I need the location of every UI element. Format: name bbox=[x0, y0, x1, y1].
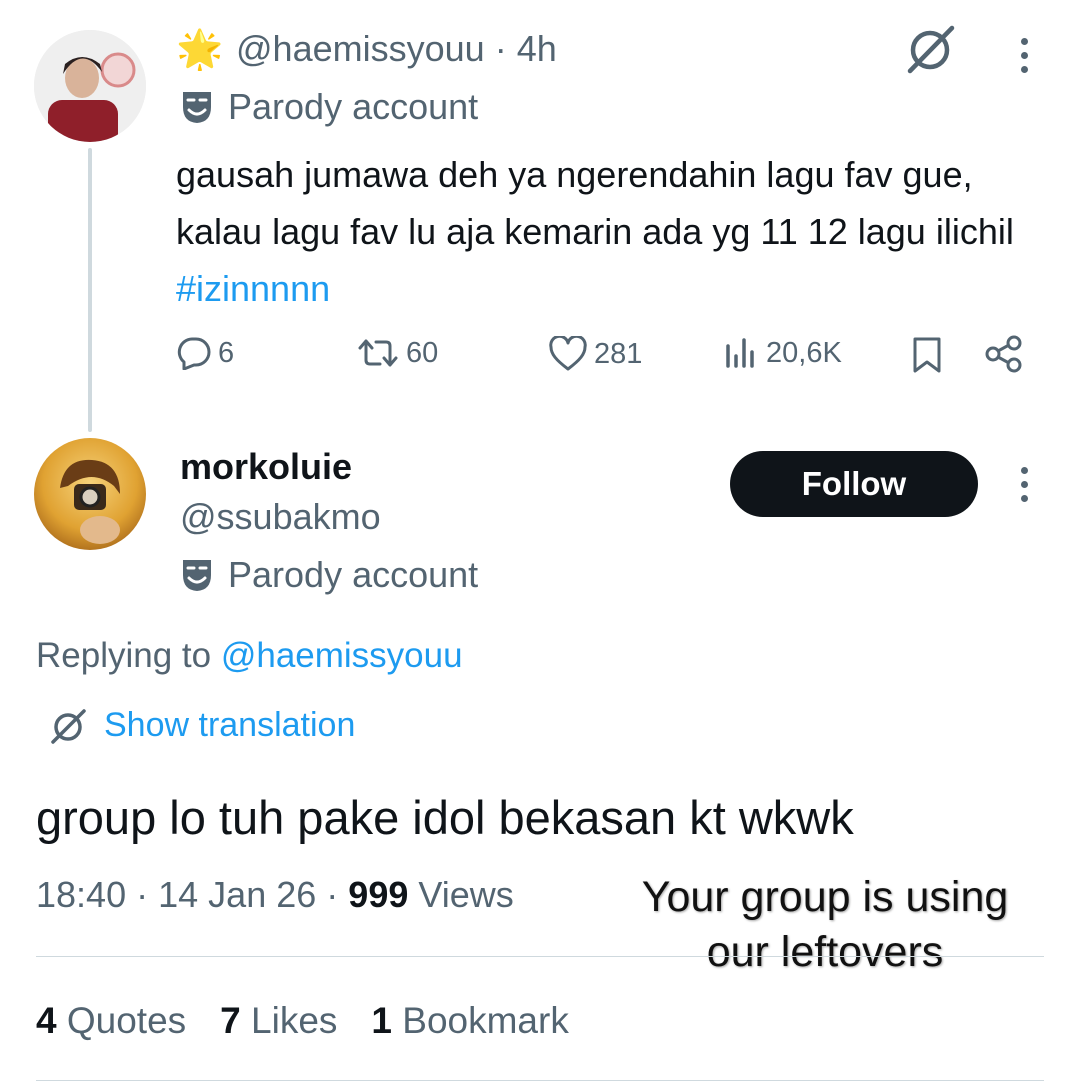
replying-handle-link[interactable]: @haemissyouu bbox=[221, 636, 463, 675]
avatar-haemissyouu[interactable] bbox=[34, 30, 146, 142]
tweet1-header: @haemissyouu · 4h bbox=[236, 28, 557, 70]
reply-icon bbox=[177, 337, 211, 370]
repost-button[interactable]: 60 bbox=[356, 336, 438, 370]
bookmarks-label: Bookmark bbox=[402, 1000, 569, 1041]
repost-count: 60 bbox=[406, 336, 439, 369]
grok-translate-icon bbox=[51, 708, 86, 744]
tweet2-handle[interactable]: @ssubakmo bbox=[180, 496, 381, 538]
tweet2-display-name[interactable]: morkoluie bbox=[180, 446, 352, 488]
thread-connector-line bbox=[88, 148, 92, 432]
like-button[interactable]: 281 bbox=[548, 336, 642, 372]
parody-mask-icon bbox=[183, 560, 211, 591]
tweet2-text: group lo tuh pake idol bekasan kt wkwk bbox=[36, 791, 854, 844]
avatar-ssubakmo[interactable] bbox=[34, 438, 146, 550]
tweet1-timestamp[interactable]: 4h bbox=[517, 28, 557, 69]
meta-separator: · bbox=[326, 874, 339, 915]
tweet2-parody-badge: Parody account bbox=[180, 554, 478, 596]
tweet1-parody-badge: Parody account bbox=[180, 86, 478, 128]
meta-separator: · bbox=[136, 874, 149, 915]
likes-count: 7 bbox=[220, 1000, 241, 1041]
repost-icon bbox=[358, 339, 398, 367]
bookmarks-count: 1 bbox=[371, 1000, 392, 1041]
show-translation-label: Show translation bbox=[104, 706, 356, 744]
caption-line-1: Your group is using bbox=[641, 873, 1009, 921]
bookmark-button[interactable] bbox=[910, 336, 944, 379]
grok-translate-icon[interactable] bbox=[904, 24, 958, 79]
likes-label: Likes bbox=[251, 1000, 338, 1041]
parody-label: Parody account bbox=[228, 86, 479, 127]
parody-mask-icon bbox=[183, 92, 211, 123]
star-emoji-icon: 🌟 bbox=[176, 29, 224, 71]
tweet2-date[interactable]: 14 Jan 26 bbox=[158, 874, 316, 915]
replying-prefix: Replying to bbox=[36, 636, 221, 675]
views-count: 20,6K bbox=[766, 336, 842, 369]
tweet2-views-label: Views bbox=[418, 874, 514, 915]
hashtag-link[interactable]: #izinnnnn bbox=[176, 268, 330, 309]
like-count: 281 bbox=[594, 337, 643, 370]
tweet1-text: gausah jumawa deh ya ngerendahin lagu fa… bbox=[176, 154, 1014, 252]
tweet2-views-count: 999 bbox=[348, 874, 409, 915]
show-translation-button[interactable]: Show translation bbox=[48, 706, 355, 745]
share-icon bbox=[985, 335, 1022, 373]
avatar-image bbox=[34, 438, 146, 550]
parody-label: Parody account bbox=[228, 554, 479, 595]
quotes-stat[interactable]: 4 Quotes bbox=[36, 1000, 186, 1042]
tweet2-time[interactable]: 18:40 bbox=[36, 874, 126, 915]
quotes-count: 4 bbox=[36, 1000, 57, 1041]
tweet2-stats: 4 Quotes 7 Likes 1 Bookmark bbox=[36, 1000, 569, 1042]
follow-button[interactable]: Follow bbox=[730, 451, 978, 517]
likes-stat[interactable]: 7 Likes bbox=[220, 1000, 337, 1042]
share-button[interactable] bbox=[984, 334, 1024, 379]
divider-top bbox=[36, 956, 1044, 957]
more-options-icon-2[interactable] bbox=[1020, 467, 1028, 502]
views-button[interactable]: 20,6K bbox=[722, 336, 842, 370]
heart-icon bbox=[549, 336, 587, 371]
header-separator: · bbox=[494, 28, 507, 69]
avatar-image bbox=[34, 30, 146, 142]
bookmarks-stat[interactable]: 1 Bookmark bbox=[371, 1000, 568, 1042]
tweet1-body: gausah jumawa deh ya ngerendahin lagu fa… bbox=[176, 146, 1056, 317]
tweet2-meta: 18:40 · 14 Jan 26 · 999 Views bbox=[36, 874, 514, 916]
reply-count: 6 bbox=[218, 336, 235, 369]
more-options-icon[interactable] bbox=[1020, 38, 1028, 73]
views-chart-icon bbox=[726, 338, 754, 368]
caption-line-2: our leftovers bbox=[706, 928, 944, 976]
quotes-label: Quotes bbox=[66, 1000, 187, 1041]
reply-button[interactable]: 6 bbox=[176, 336, 234, 370]
tweet1-handle[interactable]: @haemissyouu bbox=[236, 28, 485, 69]
bookmark-icon bbox=[913, 337, 941, 373]
meme-caption-overlay: Your group is using our leftovers bbox=[600, 870, 1050, 980]
divider-bottom bbox=[36, 1080, 1044, 1081]
replying-to: Replying to @haemissyouu bbox=[36, 636, 463, 676]
